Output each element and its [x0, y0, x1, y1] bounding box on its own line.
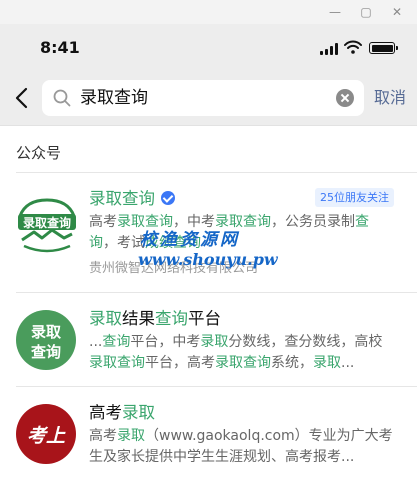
result-title: 高考录取 [89, 402, 155, 424]
svg-text:考上: 考上 [27, 425, 66, 447]
cellular-signal-icon [320, 43, 342, 55]
text-segment: ... [341, 355, 355, 371]
text-segment: ，考试 [103, 235, 145, 251]
result-title: 录取结果查询平台 [89, 308, 221, 330]
search-bar: 录取查询 取消 [0, 72, 417, 126]
text-segment: ... [89, 334, 103, 350]
mountain-logo-icon: 录取查询 [16, 194, 78, 256]
svg-text:查询: 查询 [31, 343, 61, 361]
highlighted-keyword: 录取 [313, 355, 341, 371]
result-description: 高考录取（www.gaokaolq.com）专业为广大考生及家长提供中学生生涯规… [89, 426, 394, 468]
highlighted-keyword: 录取 [200, 334, 229, 350]
highlighted-keyword: 查询 [155, 309, 188, 328]
text-segment: 平台，中考 [130, 334, 201, 350]
text-segment: 结果 [122, 309, 155, 328]
text-segment: 分数线，查分数线，高校 [228, 334, 383, 350]
verified-badge-icon [161, 191, 175, 205]
window-titlebar: — ▢ ✕ [0, 0, 417, 24]
status-time: 8:41 [40, 38, 80, 57]
section-title: 公众号 [16, 144, 62, 162]
watermark-text: 校渔资源网 [140, 230, 240, 250]
highlighted-keyword: 录取 [122, 403, 155, 422]
result-title: 录取查询 [89, 188, 175, 210]
highlighted-keyword: 录取 [117, 428, 145, 444]
cancel-button[interactable]: 取消 [374, 88, 406, 108]
result-item[interactable]: 录取 查询 录取结果查询平台 ...查询平台，中考录取分数线，查分数线，高校录取… [0, 308, 417, 388]
text-segment: ，公务员录制 [271, 214, 355, 230]
clear-search-icon[interactable] [336, 89, 354, 107]
friends-follow-badge: 25位朋友关注 [315, 188, 394, 207]
highlighted-keyword: 录取 [89, 309, 122, 328]
result-item[interactable]: 考上 高考录取 高考录取（www.gaokaolq.com）专业为广大考生及家长… [0, 402, 417, 482]
text-segment: 高考 [89, 214, 117, 230]
highlighted-keyword: 录取查询 [89, 355, 145, 371]
watermark-url: www.shouyu.pw [138, 250, 278, 269]
text-segment: 高考 [89, 403, 122, 422]
svg-text:录取: 录取 [31, 323, 62, 341]
minimize-button[interactable]: — [326, 3, 344, 21]
text-segment: 高考 [89, 428, 117, 444]
search-input[interactable]: 录取查询 [42, 80, 364, 116]
wifi-icon [344, 40, 362, 54]
result-description: 高考录取查询，中考录取查询，公务员录制查询，考试成绩查询 [89, 212, 394, 254]
section-divider [16, 172, 417, 173]
highlighted-keyword: 查询 [102, 334, 131, 350]
result-description: ...查询平台，中考录取分数线，查分数线，高校录取查询平台，高考录取查询系统，录… [89, 332, 394, 374]
highlighted-keyword: 录取查询 [215, 355, 271, 371]
circle-text-logo-icon: 录取 查询 [16, 310, 76, 370]
highlighted-keyword: 录取查询 [89, 189, 155, 208]
back-arrow-icon[interactable] [12, 86, 32, 110]
result-divider [16, 386, 417, 387]
close-window-button[interactable]: ✕ [388, 3, 406, 21]
battery-icon [369, 42, 398, 54]
text-segment: 平台 [188, 309, 221, 328]
svg-text:录取查询: 录取查询 [23, 215, 71, 230]
text-segment: 系统， [271, 355, 313, 371]
search-query-text: 录取查询 [80, 88, 148, 108]
result-divider [16, 292, 417, 293]
status-bar: 8:41 [0, 24, 417, 72]
text-segment: 平台，高考 [145, 355, 215, 371]
search-icon [53, 89, 71, 107]
maximize-button[interactable]: ▢ [357, 3, 375, 21]
kaoshang-logo-icon: 考上 [16, 404, 76, 464]
